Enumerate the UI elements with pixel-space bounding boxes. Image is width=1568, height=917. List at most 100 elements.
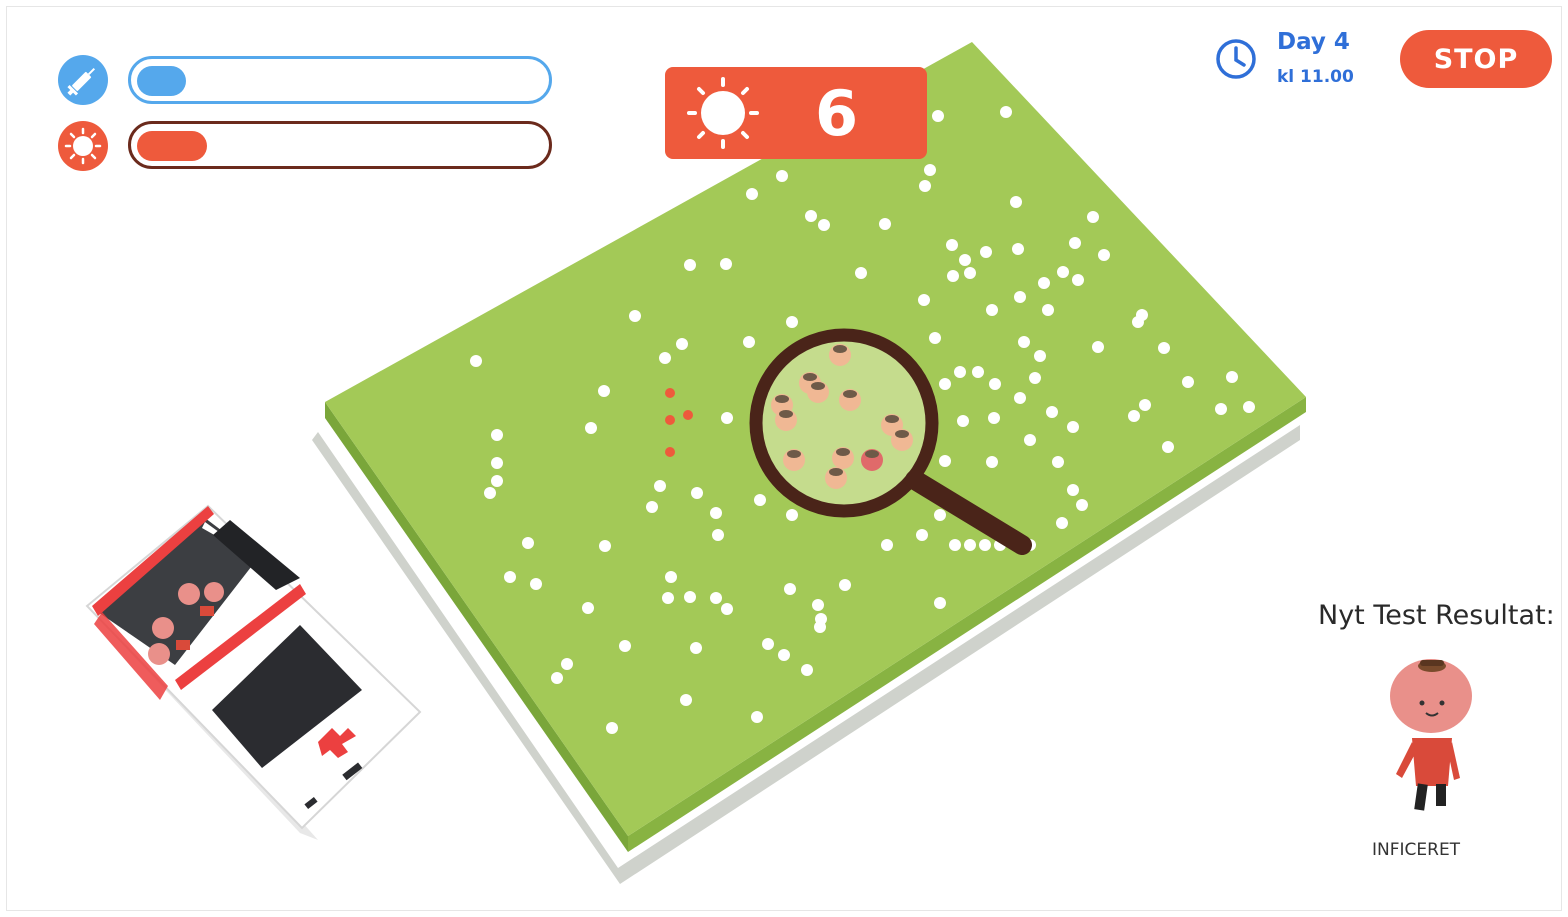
person-dot [504, 571, 516, 583]
person-dot [881, 539, 893, 551]
infection-count: 6 [815, 77, 859, 150]
person-dot [691, 487, 703, 499]
person-dot [721, 603, 733, 615]
person-dot [839, 579, 851, 591]
test-result-status: INFICERET [1372, 840, 1461, 860]
person-dot [720, 258, 732, 270]
person-dot [1158, 342, 1170, 354]
person-dot [684, 259, 696, 271]
person-dot [986, 304, 998, 316]
person-dot [776, 170, 788, 182]
person-dot [751, 711, 763, 723]
person-dot [746, 188, 758, 200]
person-dot [814, 621, 826, 633]
person-dot [989, 378, 1001, 390]
person-dot [1139, 399, 1151, 411]
person-dot [561, 658, 573, 670]
person-dot [1128, 410, 1140, 422]
person-dot [916, 529, 928, 541]
person-dot [712, 529, 724, 541]
virus-icon [687, 77, 759, 149]
person-dot [1162, 441, 1174, 453]
crowd-person-hat [843, 390, 857, 398]
person-dot [690, 642, 702, 654]
person-dot [1067, 421, 1079, 433]
person-dot [957, 415, 969, 427]
person-dot [939, 455, 951, 467]
ambulance[interactable] [85, 504, 422, 840]
crowd-person-hat [885, 415, 899, 423]
person-dot [646, 501, 658, 513]
person-dot [1098, 249, 1110, 261]
crowd-person-hat [775, 395, 789, 403]
clock-icon [1216, 39, 1256, 79]
crowd-person-hat [803, 373, 817, 381]
person-dot [959, 254, 971, 266]
person-dot [676, 338, 688, 350]
person-dot [778, 649, 790, 661]
person-dot [964, 539, 976, 551]
person-dot [754, 494, 766, 506]
person-dot [932, 110, 944, 122]
person-dot [1014, 392, 1026, 404]
person-dot [1012, 243, 1024, 255]
person-dot [1056, 517, 1068, 529]
person-dot [1029, 372, 1041, 384]
person-dot [919, 180, 931, 192]
person-dot [972, 366, 984, 378]
person-dot [939, 378, 951, 390]
person-dot [522, 537, 534, 549]
person-dot [964, 267, 976, 279]
person-dot [1038, 277, 1050, 289]
person-dot [946, 239, 958, 251]
person-dot [979, 539, 991, 551]
crowd-person-hat [829, 468, 843, 476]
test-result-title: Nyt Test Resultat: [1318, 600, 1555, 631]
person-dot [606, 722, 618, 734]
person-dot [786, 316, 798, 328]
crowd-person-hat [895, 430, 909, 438]
person-dot [491, 457, 503, 469]
person-dot [1243, 401, 1255, 413]
person-dot [924, 164, 936, 176]
person-dot [918, 294, 930, 306]
person-dot [1069, 237, 1081, 249]
person-dot [659, 352, 671, 364]
person-dot [662, 592, 674, 604]
person-dot [1057, 266, 1069, 278]
person-dot [585, 422, 597, 434]
person-dot [1182, 376, 1194, 388]
person-dot [1072, 274, 1084, 286]
person-dot [879, 218, 891, 230]
person-dot [801, 664, 813, 676]
person-dot [980, 246, 992, 258]
person-dot [986, 456, 998, 468]
person-dot [1024, 434, 1036, 446]
person-dot [1215, 403, 1227, 415]
person-dot [721, 412, 733, 424]
person-dot [598, 385, 610, 397]
person-dot [929, 332, 941, 344]
person-dot [599, 540, 611, 552]
person-dot [949, 539, 961, 551]
person-dot [818, 219, 830, 231]
person-dot [619, 640, 631, 652]
person-dot [1014, 291, 1026, 303]
person-dot [855, 267, 867, 279]
person-dot [784, 583, 796, 595]
person-dot [710, 507, 722, 519]
person-dot [551, 672, 563, 684]
stop-button[interactable]: STOP [1400, 30, 1552, 88]
person-dot [1042, 304, 1054, 316]
person-dot [710, 592, 722, 604]
person-dot [491, 429, 503, 441]
person-dot [1226, 371, 1238, 383]
person-dot [654, 480, 666, 492]
person-dot [988, 412, 1000, 424]
infection-counter: 6 [665, 67, 927, 159]
person-dot [805, 210, 817, 222]
person-dot [530, 578, 542, 590]
time-label: kl 11.00 [1277, 67, 1354, 87]
person-dot [491, 475, 503, 487]
person-dot [762, 638, 774, 650]
